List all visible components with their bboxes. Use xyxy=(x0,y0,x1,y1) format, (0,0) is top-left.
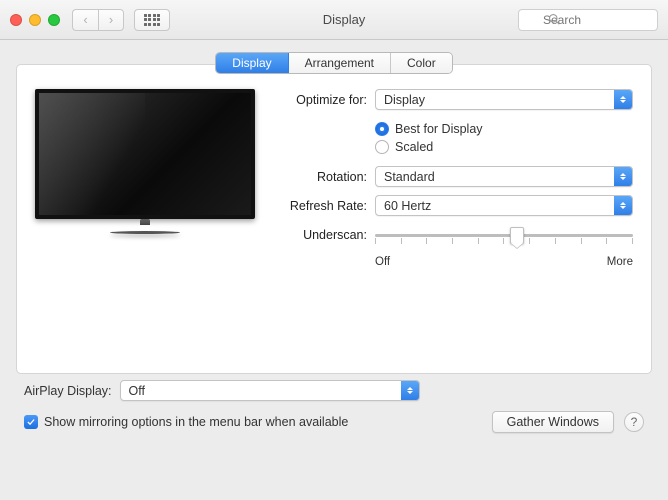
settings-panel: Optimize for: Display Best for Display xyxy=(16,64,652,374)
tab-display[interactable]: Display xyxy=(216,53,288,73)
chevron-left-icon: ‹ xyxy=(83,12,87,27)
tab-color[interactable]: Color xyxy=(391,53,452,73)
forward-button[interactable]: › xyxy=(98,9,124,31)
underscan-max-label: More xyxy=(607,256,633,268)
slider-thumb-icon[interactable] xyxy=(510,227,524,244)
show-all-button[interactable] xyxy=(134,9,170,31)
optimize-for-value: Display xyxy=(384,93,425,107)
grid-icon xyxy=(144,14,161,26)
window-title: Display xyxy=(170,12,518,27)
help-button[interactable]: ? xyxy=(624,412,644,432)
updown-arrows-icon xyxy=(614,167,632,186)
tab-group: Display Arrangement Color xyxy=(16,52,652,74)
titlebar: ‹ › Display xyxy=(0,0,668,40)
resolution-scaled-radio[interactable]: Scaled xyxy=(375,140,633,154)
nav-buttons: ‹ › xyxy=(72,9,124,31)
mirroring-label: Show mirroring options in the menu bar w… xyxy=(44,415,348,429)
scaled-label: Scaled xyxy=(395,140,433,154)
radio-checked-icon xyxy=(375,122,389,136)
updown-arrows-icon xyxy=(614,90,632,109)
underscan-slider[interactable] xyxy=(375,224,633,252)
mirroring-checkbox[interactable] xyxy=(24,415,38,429)
search-wrap xyxy=(518,9,658,31)
updown-arrows-icon xyxy=(614,196,632,215)
refresh-rate-value: 60 Hertz xyxy=(384,199,431,213)
optimize-for-select[interactable]: Display xyxy=(375,89,633,110)
search-input[interactable] xyxy=(518,9,658,31)
refresh-rate-select[interactable]: 60 Hertz xyxy=(375,195,633,216)
checkmark-icon xyxy=(26,417,36,427)
rotation-value: Standard xyxy=(384,170,435,184)
radio-unchecked-icon xyxy=(375,140,389,154)
updown-arrows-icon xyxy=(401,381,419,400)
back-button[interactable]: ‹ xyxy=(72,9,98,31)
resolution-best-radio[interactable]: Best for Display xyxy=(375,122,633,136)
underscan-label: Underscan: xyxy=(265,224,375,242)
monitor-screen-icon xyxy=(35,89,255,219)
rotation-label: Rotation: xyxy=(265,170,375,184)
rotation-select[interactable]: Standard xyxy=(375,166,633,187)
gather-windows-button[interactable]: Gather Windows xyxy=(492,411,614,433)
airplay-value: Off xyxy=(129,384,145,398)
monitor-illustration xyxy=(35,89,265,276)
airplay-label: AirPlay Display: xyxy=(24,384,112,398)
optimize-for-label: Optimize for: xyxy=(265,93,375,107)
footer: AirPlay Display: Off Show mirroring opti… xyxy=(16,374,652,433)
help-icon: ? xyxy=(631,415,638,429)
minimize-window-button[interactable] xyxy=(29,14,41,26)
underscan-min-label: Off xyxy=(375,256,390,268)
tab-arrangement[interactable]: Arrangement xyxy=(289,53,391,73)
chevron-right-icon: › xyxy=(109,12,113,27)
refresh-rate-label: Refresh Rate: xyxy=(265,199,375,213)
content: Display Arrangement Color Optimize for: … xyxy=(0,40,668,443)
window-controls xyxy=(10,14,60,26)
close-window-button[interactable] xyxy=(10,14,22,26)
fullscreen-window-button[interactable] xyxy=(48,14,60,26)
best-for-display-label: Best for Display xyxy=(395,122,483,136)
airplay-select[interactable]: Off xyxy=(120,380,420,401)
display-form: Optimize for: Display Best for Display xyxy=(265,89,633,276)
